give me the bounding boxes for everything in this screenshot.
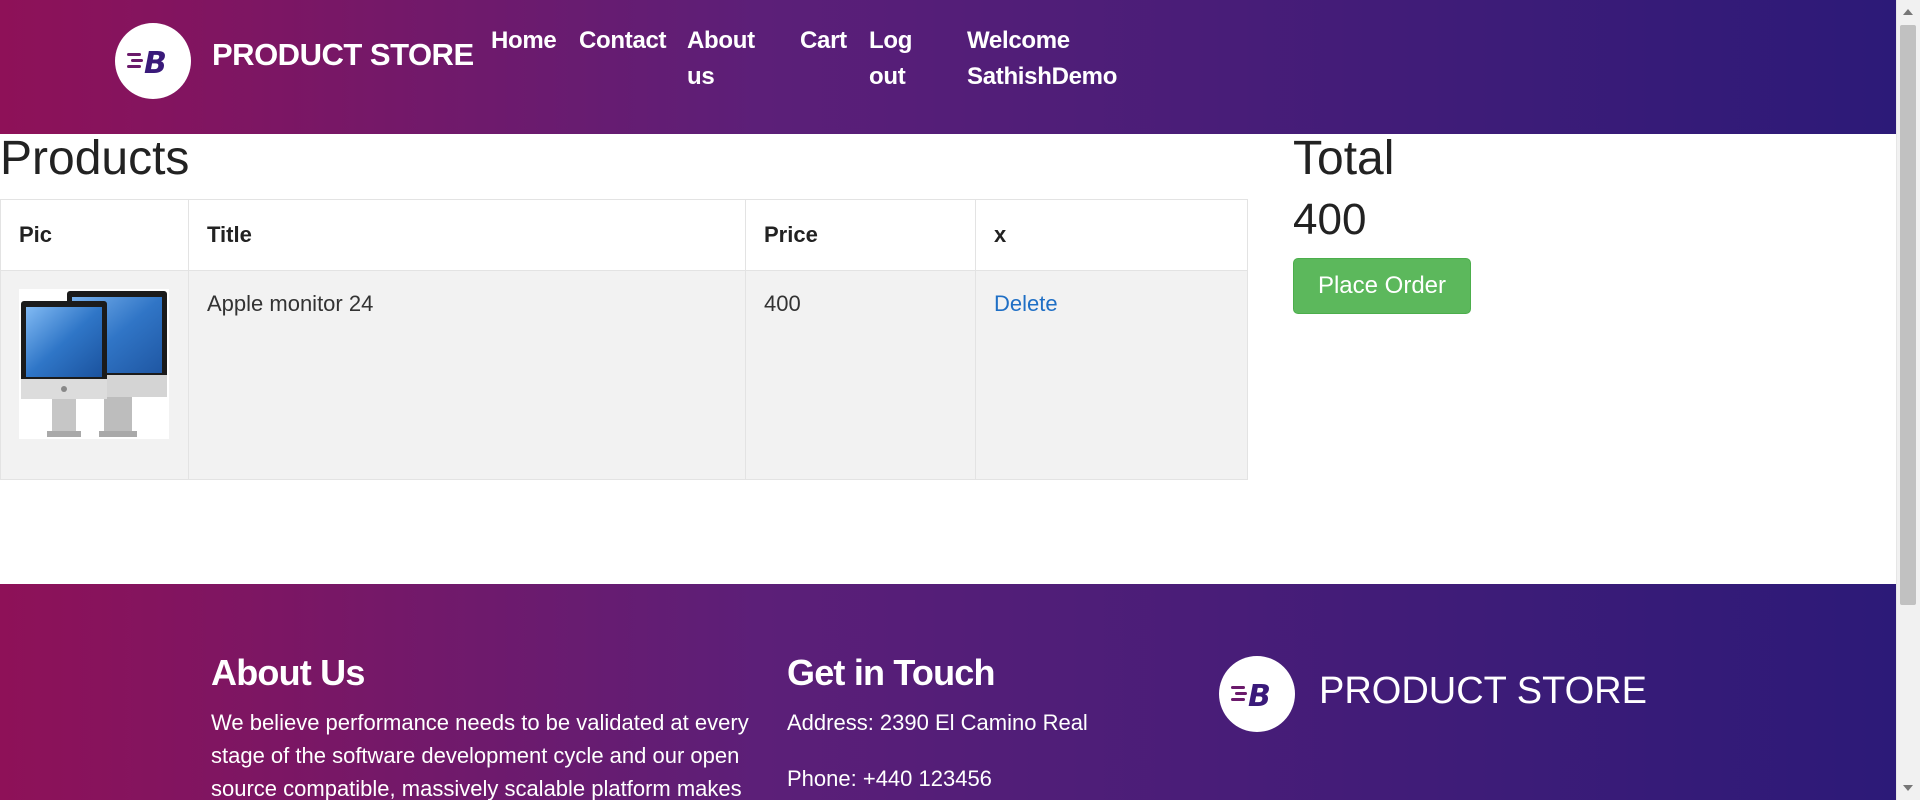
nav-about-label-line1: About [687, 27, 755, 54]
scroll-down-arrow-icon[interactable] [1903, 785, 1913, 791]
footer-address: Address: 2390 El Camino Real [787, 710, 1088, 735]
footer-brand-name: PRODUCT STORE [1319, 670, 1647, 712]
nav-logout-label-line1: Log [869, 27, 913, 54]
total-amount: 400 [1293, 195, 1367, 244]
brand-logo-icon[interactable]: B [115, 23, 191, 99]
footer-brand-logo-icon: B [1219, 656, 1295, 732]
nav-logout-label-line2: out [869, 63, 906, 90]
footer-about-text-line3: source compatible, massively scalable pl… [211, 776, 742, 800]
nav-logout-link[interactable]: Log out [869, 23, 912, 95]
column-header-price: Price [745, 199, 976, 271]
vertical-scrollbar[interactable] [1896, 0, 1920, 800]
brand-name[interactable]: PRODUCT STORE [212, 37, 474, 73]
cart-table: Pic Title Price x Apple monitor 24 400 D… [0, 199, 1248, 480]
column-header-pic: Pic [0, 199, 189, 271]
product-price-cell: 400 [745, 270, 976, 480]
welcome-label: Welcome [967, 27, 1070, 54]
column-header-x: x [975, 199, 1248, 271]
footer-phone: Phone: +440 123456 [787, 766, 992, 791]
products-heading: Products [0, 132, 190, 185]
nav-about-link[interactable]: About us [687, 23, 755, 95]
svg-text:B: B [1248, 679, 1271, 712]
column-header-title: Title [188, 199, 746, 271]
nav-contact-link[interactable]: Contact [579, 23, 667, 59]
place-order-button[interactable]: Place Order [1293, 258, 1471, 314]
product-pic-cell [0, 270, 189, 480]
product-action-cell: Delete [975, 270, 1248, 480]
footer-about-text-line2: stage of the software development cycle … [211, 743, 740, 768]
total-heading: Total [1293, 132, 1395, 185]
table-header-row: Pic Title Price x [0, 199, 1248, 271]
nav-about-label-line2: us [687, 63, 715, 90]
nav-home-link[interactable]: Home [491, 23, 557, 59]
page: B PRODUCT STORE Home Contact About us Ca… [0, 0, 1897, 800]
svg-text:B: B [144, 46, 167, 79]
username-label: SathishDemo [967, 63, 1118, 90]
footer: About Us We believe performance needs to… [0, 584, 1897, 800]
table-row: Apple monitor 24 400 Delete [0, 270, 1248, 480]
delete-link[interactable]: Delete [994, 291, 1058, 316]
navbar: B PRODUCT STORE Home Contact About us Ca… [0, 0, 1897, 134]
footer-about-text-line1: We believe performance needs to be valid… [211, 710, 749, 735]
monitor-image [19, 289, 169, 439]
product-title-cell: Apple monitor 24 [188, 270, 746, 480]
nav-welcome-user[interactable]: Welcome SathishDemo [967, 23, 1117, 95]
footer-contact-heading: Get in Touch [787, 652, 996, 693]
footer-about-heading: About Us [211, 652, 365, 693]
scrollbar-thumb[interactable] [1900, 25, 1916, 605]
scroll-up-arrow-icon[interactable] [1903, 9, 1913, 15]
nav-cart-link[interactable]: Cart [800, 23, 847, 59]
